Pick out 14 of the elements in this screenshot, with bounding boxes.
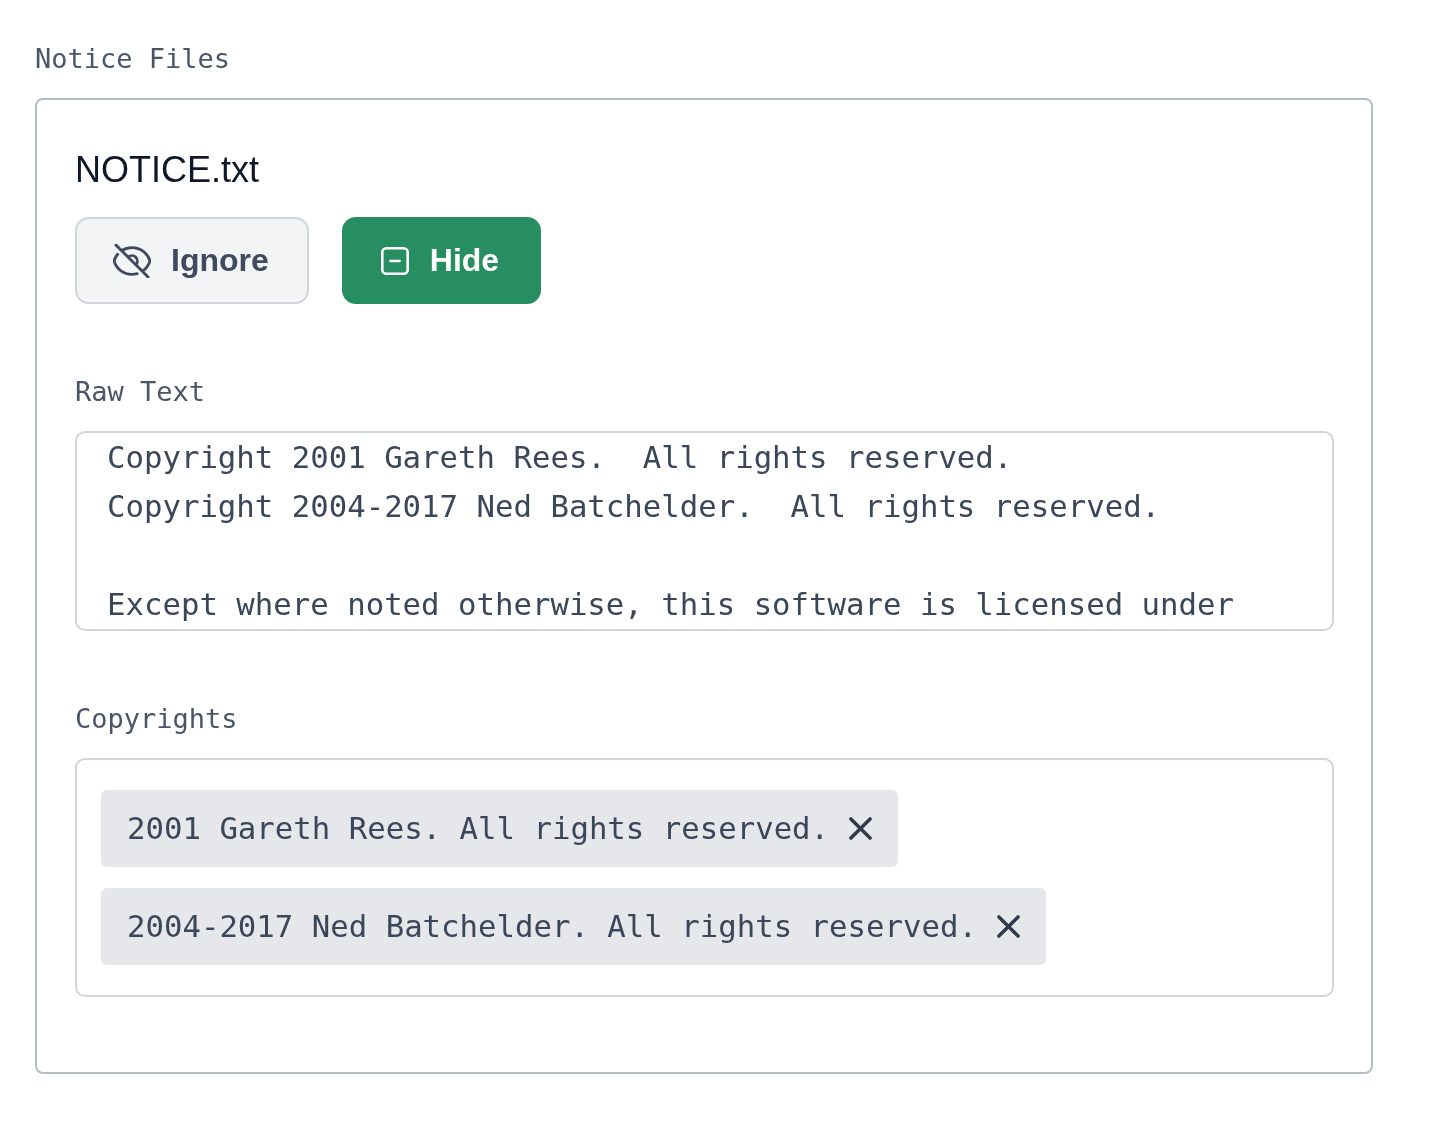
- raw-text-field[interactable]: Copyright 2001 Gareth Rees. All rights reserved. Copyright 2004-2017 Ned Batchelder. All rights reserved. Except where noted otherwise, this software is licensed under: [75, 431, 1334, 631]
- close-icon[interactable]: [996, 915, 1020, 938]
- copyright-text: 2004-2017 Ned Batchelder. All rights reserved.: [127, 909, 977, 944]
- copyrights-field[interactable]: 2001 Gareth Rees. All rights reserved. 2004-2017 Ned Batchelder. All rights reserved.: [75, 758, 1334, 997]
- field-label: Copyrights: [75, 702, 238, 736]
- close-icon[interactable]: [849, 817, 873, 840]
- file-name: NOTICE.txt: [75, 148, 259, 192]
- eye-slash-icon: [113, 243, 151, 278]
- copyright-text: 2001 Gareth Rees. All rights reserved.: [127, 811, 830, 846]
- ignore-button[interactable]: Ignore: [75, 217, 309, 304]
- field-label: Raw Text: [75, 375, 206, 409]
- minus-square-icon: [380, 246, 409, 275]
- section-label: Notice Files: [35, 42, 231, 76]
- hide-button[interactable]: Hide: [341, 217, 542, 304]
